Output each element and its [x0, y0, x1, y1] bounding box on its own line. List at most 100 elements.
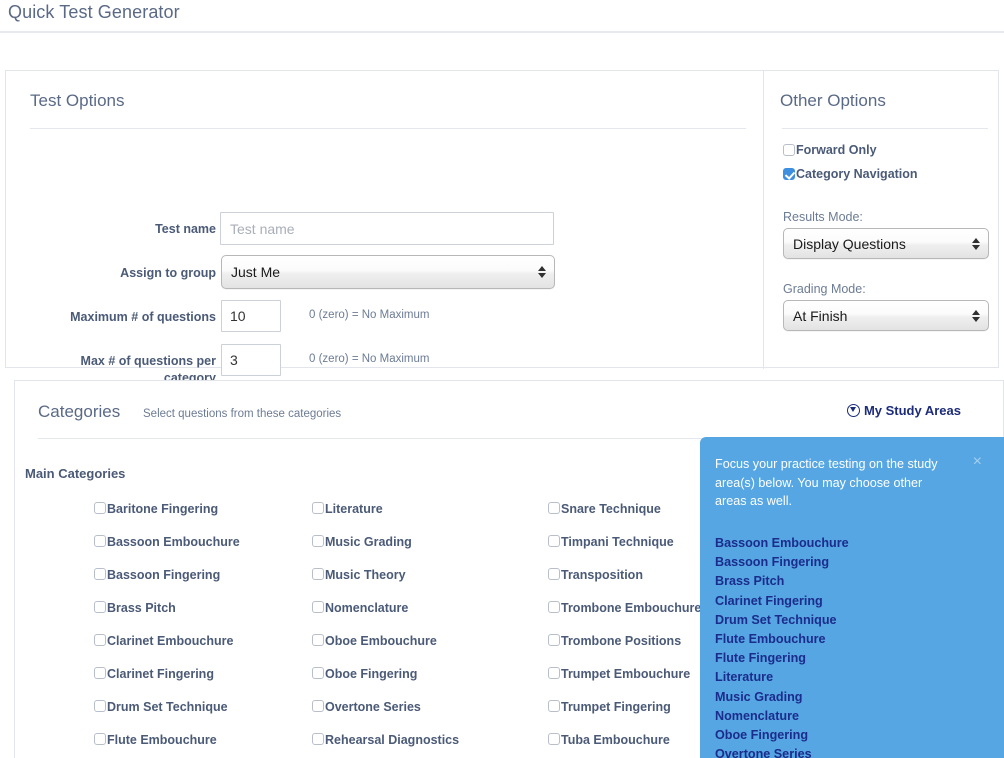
grading-mode-label: Grading Mode:	[783, 282, 866, 296]
category-checkbox-row[interactable]: Clarinet Embouchure	[94, 634, 304, 667]
category-checkbox-row[interactable]: Flute Embouchure	[94, 733, 304, 758]
category-label: Rehearsal Diagnostics	[325, 733, 460, 747]
category-checkbox[interactable]	[548, 601, 560, 613]
popover-study-area-item[interactable]: Overtone Series	[715, 745, 995, 758]
close-icon[interactable]: ×	[973, 454, 982, 470]
category-checkbox[interactable]	[312, 502, 324, 514]
category-checkbox[interactable]	[94, 634, 106, 646]
test-name-label: Test name	[155, 222, 216, 236]
category-checkbox-row[interactable]: Baritone Fingering	[94, 502, 304, 535]
category-checkbox[interactable]	[94, 502, 106, 514]
category-checkbox-row[interactable]: Bassoon Embouchure	[94, 535, 304, 568]
category-label: Trombone Embouchure	[561, 601, 702, 615]
popover-study-area-item[interactable]: Brass Pitch	[715, 572, 995, 591]
popover-study-area-item[interactable]: Music Grading	[715, 688, 995, 707]
select-arrows-icon	[972, 309, 980, 322]
popover-study-area-item[interactable]: Bassoon Embouchure	[715, 534, 995, 553]
max-questions-label: Maximum # of questions	[70, 310, 216, 324]
category-label: Tuba Embouchure	[561, 733, 670, 747]
category-checkbox[interactable]	[312, 667, 324, 679]
category-label: Overtone Series	[325, 700, 421, 714]
category-label: Clarinet Embouchure	[107, 634, 234, 648]
category-checkbox[interactable]	[312, 568, 324, 580]
category-checkbox-row[interactable]: Nomenclature	[312, 601, 537, 634]
max-questions-input[interactable]	[221, 300, 281, 332]
popover-study-area-item[interactable]: Drum Set Technique	[715, 611, 995, 630]
max-questions-hint: 0 (zero) = No Maximum	[309, 309, 430, 321]
category-navigation-checkbox[interactable]	[783, 168, 795, 180]
popover-study-area-item[interactable]: Flute Embouchure	[715, 630, 995, 649]
category-checkbox[interactable]	[548, 700, 560, 712]
category-checkbox-row[interactable]: Brass Pitch	[94, 601, 304, 634]
category-label: Trombone Positions	[561, 634, 682, 648]
category-label: Flute Embouchure	[107, 733, 217, 747]
category-checkbox[interactable]	[548, 733, 560, 745]
category-checkbox[interactable]	[94, 733, 106, 745]
category-label: Timpani Technique	[561, 535, 674, 549]
popover-study-area-item[interactable]: Nomenclature	[715, 707, 995, 726]
top-bar: Quick Test Generator	[0, 0, 1004, 33]
popover-study-area-item[interactable]: Oboe Fingering	[715, 726, 995, 745]
assign-group-select[interactable]: Just Me	[221, 255, 555, 289]
forward-only-checkbox[interactable]	[783, 144, 795, 156]
popover-study-area-item[interactable]: Literature	[715, 668, 995, 687]
circle-down-arrow-icon	[846, 404, 860, 417]
category-checkbox[interactable]	[548, 502, 560, 514]
category-checkbox-row[interactable]: Clarinet Fingering	[94, 667, 304, 700]
category-checkbox-row[interactable]: Oboe Fingering	[312, 667, 537, 700]
category-checkbox[interactable]	[312, 535, 324, 547]
forward-only-label: Forward Only	[796, 143, 877, 157]
category-checkbox[interactable]	[312, 700, 324, 712]
category-checkbox-row[interactable]: Bassoon Fingering	[94, 568, 304, 601]
categories-column-1: Baritone Fingering Bassoon Embouchure Bass…	[94, 502, 304, 758]
grading-mode-select[interactable]: At Finish	[783, 300, 989, 331]
forward-only-option[interactable]: Forward Only	[783, 143, 877, 157]
category-checkbox[interactable]	[94, 568, 106, 580]
category-checkbox[interactable]	[94, 601, 106, 613]
other-options-rule	[782, 128, 988, 129]
results-mode-label: Results Mode:	[783, 210, 863, 224]
category-navigation-option[interactable]: Category Navigation	[783, 167, 918, 181]
popover-study-area-item[interactable]: Clarinet Fingering	[715, 592, 995, 611]
test-name-input[interactable]	[220, 212, 554, 245]
my-study-areas-link[interactable]: My Study Areas	[846, 403, 961, 418]
category-label: Clarinet Fingering	[107, 667, 214, 681]
categories-title: Categories	[38, 402, 121, 421]
category-checkbox[interactable]	[548, 634, 560, 646]
results-mode-select[interactable]: Display Questions	[783, 228, 989, 259]
category-label: Bassoon Embouchure	[107, 535, 240, 549]
category-label: Bassoon Fingering	[107, 568, 221, 582]
category-checkbox[interactable]	[548, 667, 560, 679]
category-checkbox-row[interactable]: Drum Set Technique	[94, 700, 304, 733]
category-label: Trumpet Embouchure	[561, 667, 691, 681]
category-checkbox[interactable]	[312, 634, 324, 646]
popover-study-area-item[interactable]: Flute Fingering	[715, 649, 995, 668]
category-checkbox[interactable]	[548, 568, 560, 580]
category-checkbox-row[interactable]: Rehearsal Diagnostics	[312, 733, 537, 758]
popover-study-area-item[interactable]: Bassoon Fingering	[715, 553, 995, 572]
category-checkbox-row[interactable]: Literature	[312, 502, 537, 535]
categories-subtitle: Select questions from these categories	[143, 408, 342, 420]
test-options-rule	[30, 128, 746, 129]
category-checkbox[interactable]	[312, 733, 324, 745]
category-checkbox[interactable]	[94, 667, 106, 679]
app-page: Quick Test Generator Test Options Test n…	[0, 0, 1004, 758]
category-label: Drum Set Technique	[107, 700, 228, 714]
category-label: Transposition	[561, 568, 643, 582]
category-checkbox-row[interactable]: Oboe Embouchure	[312, 634, 537, 667]
category-checkbox-row[interactable]: Overtone Series	[312, 700, 537, 733]
category-checkbox-row[interactable]: Music Theory	[312, 568, 537, 601]
category-checkbox-row[interactable]: Music Grading	[312, 535, 537, 568]
my-study-areas-label: My Study Areas	[863, 403, 961, 418]
assign-group-value: Just Me	[231, 264, 281, 280]
assign-group-label: Assign to group	[120, 266, 216, 280]
category-checkbox[interactable]	[94, 700, 106, 712]
max-per-category-input[interactable]	[221, 344, 281, 376]
category-checkbox[interactable]	[548, 535, 560, 547]
other-options-title: Other Options	[780, 91, 886, 110]
popover-study-area-list: Bassoon Embouchure Bassoon Fingering Brass…	[715, 534, 995, 758]
category-label: Baritone Fingering	[107, 502, 219, 516]
study-areas-popover: Focus your practice testing on the study…	[700, 437, 1004, 758]
category-checkbox[interactable]	[94, 535, 106, 547]
category-checkbox[interactable]	[312, 601, 324, 613]
